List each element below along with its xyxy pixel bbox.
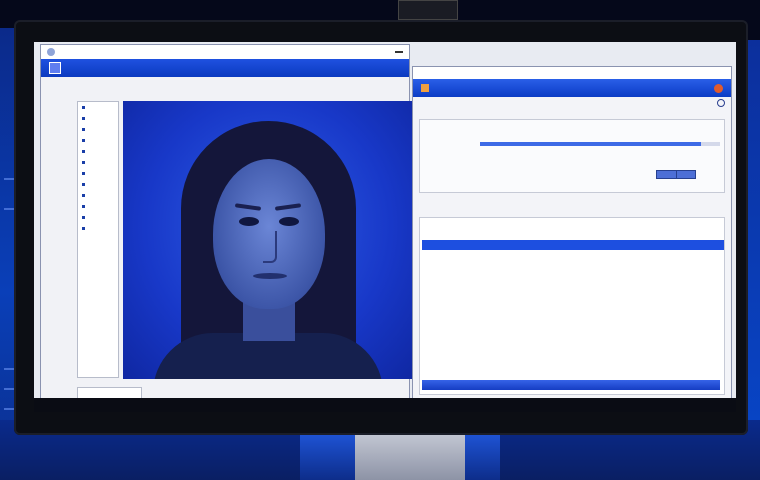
folder-icon	[82, 150, 85, 153]
sidebar-item[interactable]	[78, 190, 118, 201]
folder-icon	[82, 194, 85, 197]
monitor-stand-neck	[355, 428, 465, 480]
portrait-brow-right	[274, 203, 302, 211]
window-titlebar[interactable]	[413, 67, 731, 79]
portrait-eye-right	[279, 217, 299, 226]
folder-icon	[82, 139, 85, 142]
progress-bar	[480, 142, 720, 146]
sidebar-item[interactable]	[78, 135, 118, 146]
sidebar-item[interactable]	[78, 146, 118, 157]
sidebar-item[interactable]	[78, 157, 118, 168]
sidebar-item[interactable]	[78, 102, 118, 113]
webcam	[398, 0, 458, 20]
file-list[interactable]	[419, 217, 725, 395]
sidebar-item[interactable]	[78, 179, 118, 190]
image-viewer-window	[40, 44, 413, 408]
monitor	[14, 20, 748, 435]
folder-icon	[82, 172, 85, 175]
sidebar-item[interactable]	[78, 168, 118, 179]
portrait-photo	[123, 101, 413, 379]
sidebar-tree[interactable]	[77, 101, 119, 378]
portrait-nose	[263, 231, 277, 263]
portrait-eye-left	[239, 217, 259, 226]
folder-icon	[82, 183, 85, 186]
folder-icon	[82, 128, 85, 131]
taskbar	[34, 398, 736, 412]
dialog-header	[413, 79, 731, 97]
folder-icon	[82, 205, 85, 208]
sidebar-item[interactable]	[78, 113, 118, 124]
app-icon	[49, 62, 61, 74]
menu-bar[interactable]	[41, 59, 409, 77]
list-footer-bar	[422, 380, 720, 390]
close-icon[interactable]	[714, 83, 723, 93]
folder-icon	[82, 117, 85, 120]
sidebar-item[interactable]	[78, 124, 118, 135]
list-item-selected[interactable]	[422, 240, 724, 250]
properties-window	[412, 66, 732, 408]
search-icon[interactable]	[717, 99, 725, 107]
window-titlebar[interactable]	[41, 45, 409, 59]
search-bar[interactable]	[413, 97, 731, 109]
portrait-mouth	[253, 273, 287, 279]
folder-icon	[82, 106, 85, 109]
sidebar-item[interactable]	[78, 201, 118, 212]
window-icon	[421, 84, 429, 92]
portrait-face	[213, 159, 325, 309]
progress-bar-fill	[480, 142, 701, 146]
screen	[34, 42, 736, 412]
details-panel	[419, 119, 725, 193]
sidebar-item[interactable]	[78, 212, 118, 223]
minimize-icon[interactable]	[395, 51, 403, 53]
folder-icon	[82, 216, 85, 219]
portrait-brow-left	[234, 203, 262, 211]
window-icon	[47, 48, 55, 56]
sidebar-item[interactable]	[78, 223, 118, 234]
panel-button[interactable]	[676, 170, 696, 179]
folder-icon	[82, 227, 85, 230]
folder-icon	[82, 161, 85, 164]
